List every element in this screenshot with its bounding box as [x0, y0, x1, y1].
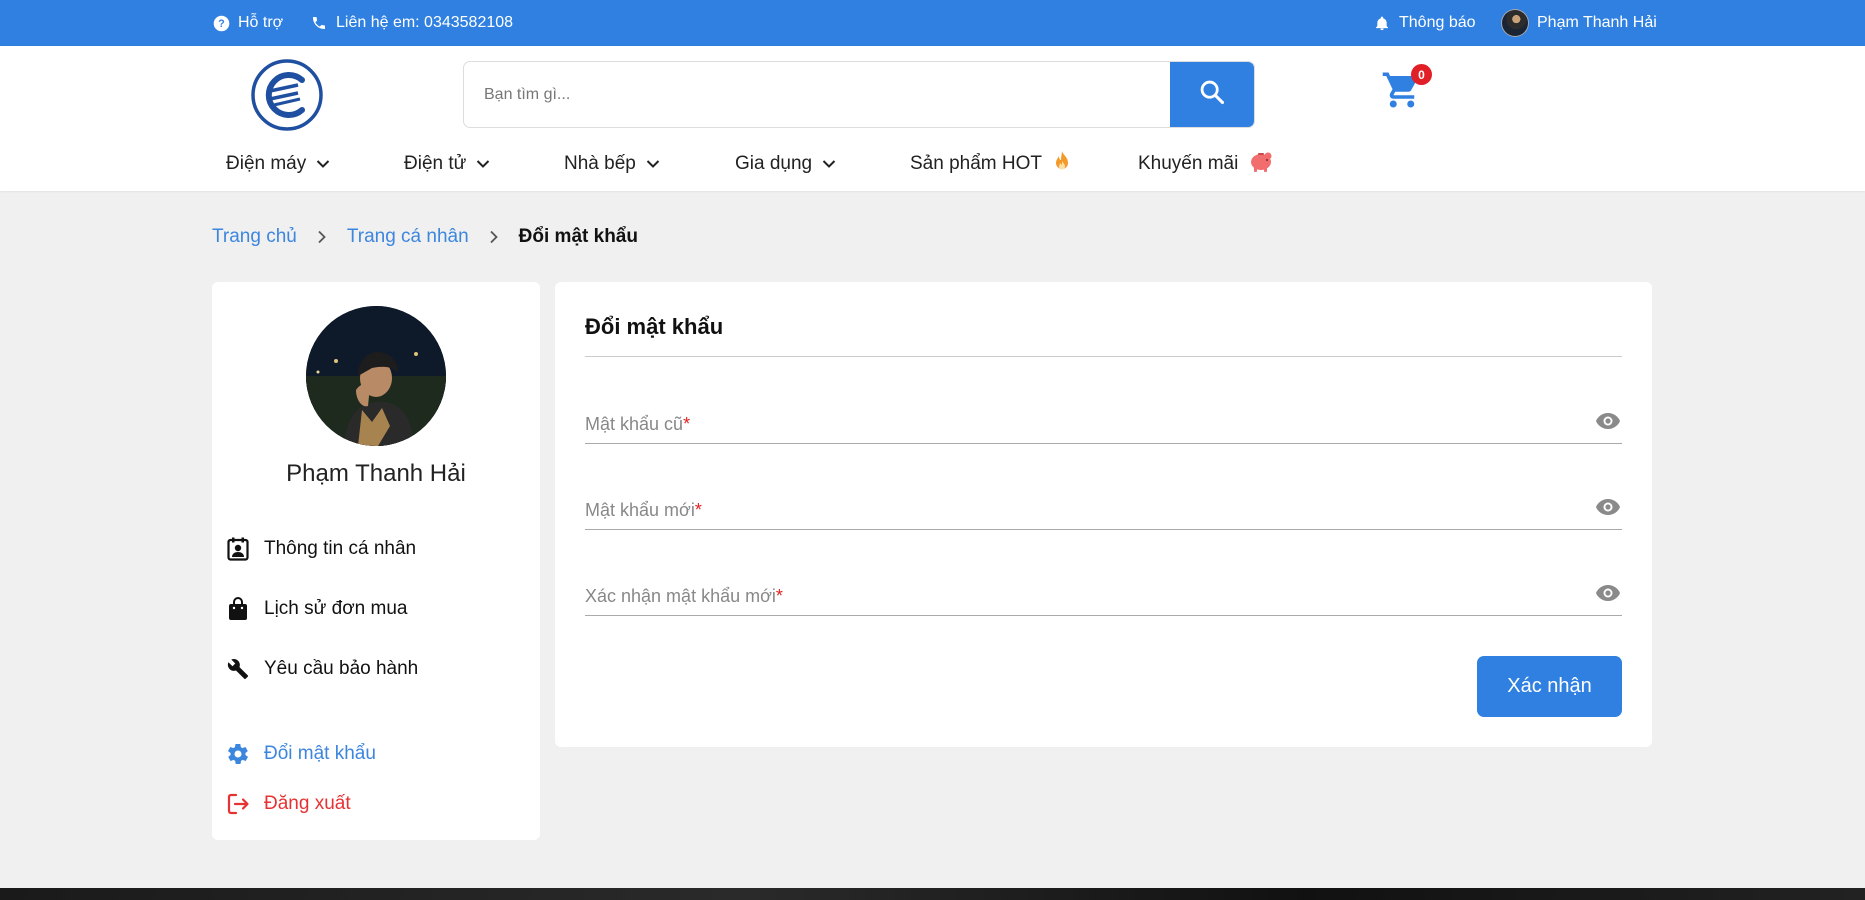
eye-icon[interactable] [1594, 410, 1622, 432]
phone-icon [310, 14, 328, 32]
help-icon: ? [212, 14, 230, 32]
bell-icon [1373, 14, 1391, 32]
gear-icon [226, 742, 250, 766]
new-password-field[interactable]: Mật khẩu mới* [585, 486, 1622, 530]
contact-card-icon [226, 537, 250, 561]
nav-item-dien-tu[interactable]: Điện tử [404, 146, 490, 182]
user-menu[interactable]: Phạm Thanh Hải [1501, 0, 1657, 46]
new-password-label: Mật khẩu mới* [585, 500, 702, 520]
old-password-field[interactable]: Mật khẩu cũ* [585, 400, 1622, 444]
profile-name: Phạm Thanh Hải [286, 460, 466, 487]
search-input[interactable] [464, 62, 1170, 127]
sidebar-item-logout[interactable]: Đăng xuất [226, 789, 351, 819]
sidebar-item-warranty[interactable]: Yêu cầu bảo hành [226, 654, 418, 684]
support-link[interactable]: ? Hỗ trợ [212, 0, 283, 46]
chevron-right-icon [317, 230, 327, 244]
header: 0 Điện máy Điện tử Nhà bếp Gia dụng Sản … [0, 46, 1865, 191]
profile-avatar [306, 306, 446, 446]
sidebar-item-label: Đổi mật khẩu [264, 743, 376, 764]
change-password-card: Đổi mật khẩu Mật khẩu cũ* Mật khẩu mới* … [555, 282, 1652, 747]
nav-label: Điện máy [226, 153, 307, 174]
eye-icon[interactable] [1594, 582, 1622, 604]
breadcrumb-current: Đổi mật khẩu [518, 226, 638, 247]
breadcrumb: Trang chủ Trang cá nhân Đổi mật khẩu [212, 224, 638, 250]
search-icon [1198, 78, 1226, 111]
form-title: Đổi mật khẩu [585, 314, 724, 339]
confirm-button[interactable]: Xác nhận [1477, 656, 1622, 717]
bottom-edge [0, 888, 1865, 900]
logout-icon [226, 792, 250, 816]
chevron-down-icon [476, 153, 490, 175]
contact-link[interactable]: Liên hệ em: 0343582108 [310, 0, 513, 46]
confirm-password-label: Xác nhận mật khẩu mới* [585, 586, 783, 606]
nav-label: Gia dụng [735, 153, 813, 174]
svg-text:?: ? [218, 18, 224, 30]
chevron-down-icon [646, 153, 660, 175]
cart-count-badge: 0 [1411, 64, 1432, 85]
sidebar-item-label: Yêu cầu bảo hành [264, 658, 419, 679]
old-password-label: Mật khẩu cũ* [585, 414, 691, 434]
chevron-right-icon [489, 230, 499, 244]
site-logo[interactable] [250, 58, 324, 132]
confirm-password-field[interactable]: Xác nhận mật khẩu mới* [585, 572, 1622, 616]
cart-icon [1381, 72, 1423, 115]
support-label: Hỗ trợ [238, 14, 284, 31]
nav-label: Khuyến mãi [1138, 153, 1239, 174]
sidebar-item-personal-info[interactable]: Thông tin cá nhân [226, 534, 416, 564]
nav-item-nha-bep[interactable]: Nhà bếp [564, 146, 660, 182]
profile-sidebar: Phạm Thanh Hải Thông tin cá nhân Lịch sử… [212, 282, 540, 840]
breadcrumb-home[interactable]: Trang chủ [212, 226, 297, 248]
divider [585, 356, 1622, 357]
nav-label: Điện tử [404, 153, 467, 174]
main-nav: Điện máy Điện tử Nhà bếp Gia dụng Sản ph… [0, 146, 1865, 182]
notification-label: Thông báo [1399, 14, 1476, 31]
sidebar-item-order-history[interactable]: Lịch sử đơn mua [226, 594, 407, 624]
nav-item-san-pham-hot[interactable]: Sản phẩm HOT [910, 146, 1072, 182]
sidebar-item-label: Thông tin cá nhân [264, 538, 417, 559]
top-bar: ? Hỗ trợ Liên hệ em: 0343582108 Thông bá… [0, 0, 1865, 46]
notification-link[interactable]: Thông báo [1373, 0, 1476, 46]
nav-item-khuyen-mai[interactable]: Khuyến mãi [1138, 146, 1274, 182]
chevron-down-icon [316, 153, 330, 175]
contact-label: Liên hệ em: 0343582108 [336, 14, 514, 31]
nav-item-dien-may[interactable]: Điện máy [226, 146, 330, 182]
nav-label: Nhà bếp [564, 153, 636, 174]
avatar [1501, 9, 1529, 37]
sidebar-item-label: Lịch sử đơn mua [264, 598, 408, 619]
eye-icon[interactable] [1594, 496, 1622, 518]
breadcrumb-profile[interactable]: Trang cá nhân [347, 226, 469, 248]
fire-icon [1052, 150, 1072, 178]
sidebar-item-label: Đăng xuất [264, 793, 351, 814]
search-button[interactable] [1170, 62, 1254, 127]
piggy-bank-icon [1248, 150, 1274, 178]
nav-label: Sản phẩm HOT [910, 153, 1042, 174]
wrench-icon [226, 657, 250, 681]
sidebar-item-change-password[interactable]: Đổi mật khẩu [226, 739, 376, 769]
search-box [463, 61, 1255, 128]
shopping-bag-icon [226, 597, 250, 621]
chevron-down-icon [822, 153, 836, 175]
user-name: Phạm Thanh Hải [1537, 14, 1657, 31]
nav-item-gia-dung[interactable]: Gia dụng [735, 146, 836, 182]
